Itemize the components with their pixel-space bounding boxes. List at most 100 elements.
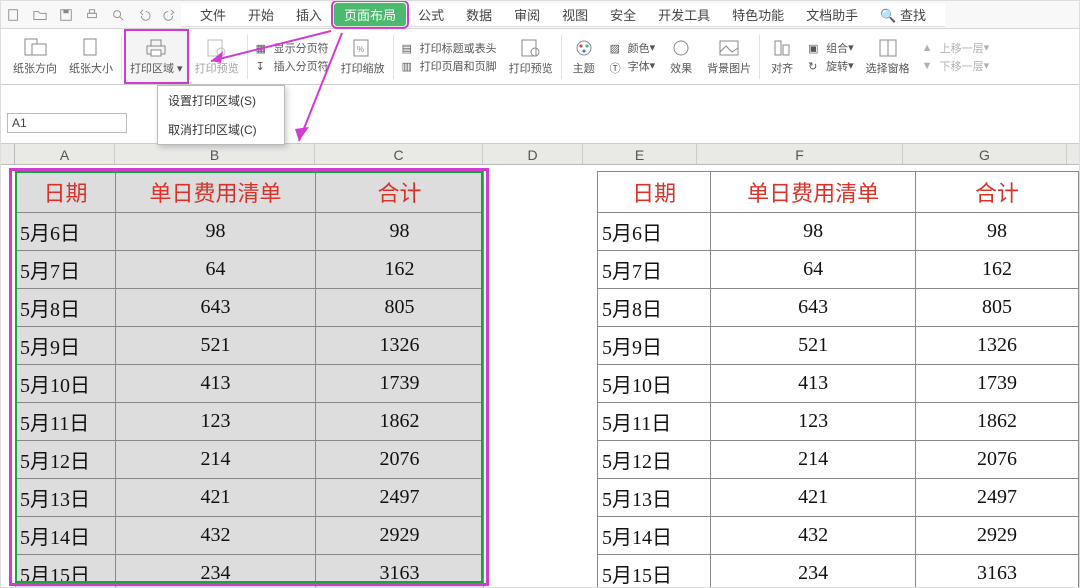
insert-break-button[interactable]: ↧插入分页符 [254, 57, 331, 75]
table-row[interactable]: 5月6日9898 [16, 213, 484, 251]
cell-date[interactable]: 5月11日 [16, 403, 116, 441]
cell-total[interactable]: 3163 [915, 555, 1078, 588]
bg-image-button[interactable]: 背景图片 [701, 29, 757, 84]
cell-date[interactable]: 5月12日 [16, 441, 116, 479]
cell-date[interactable]: 5月10日 [598, 365, 711, 403]
cell-date[interactable]: 5月8日 [598, 289, 711, 327]
table-row[interactable]: 5月12日2142076 [598, 441, 1079, 479]
paper-orient-button[interactable]: 纸张方向 [7, 29, 63, 84]
qat-redo-icon[interactable] [163, 8, 181, 22]
cell-total[interactable]: 1326 [915, 327, 1078, 365]
cell-total[interactable]: 2076 [915, 441, 1078, 479]
cell-date[interactable]: 5月14日 [16, 517, 116, 555]
table-row[interactable]: 5月11日1231862 [16, 403, 484, 441]
print-area-button[interactable]: 打印区域 ▾ [124, 29, 189, 84]
cell-date[interactable]: 5月6日 [598, 213, 711, 251]
table-row[interactable]: 5月13日4212497 [16, 479, 484, 517]
table-row[interactable]: 5月14日4322929 [598, 517, 1079, 555]
cell-daily[interactable]: 521 [116, 327, 316, 365]
colors-button[interactable]: ▨颜色 ▾ [608, 39, 658, 57]
table-print-area[interactable]: 日期 单日费用清单 合计 5月6日98985月7日641625月8日643805… [15, 171, 484, 588]
table-row[interactable]: 5月15日2343163 [16, 555, 484, 588]
table-right[interactable]: 日期 单日费用清单 合计 5月6日98985月7日641625月8日643805… [597, 171, 1079, 588]
cell-total[interactable]: 2929 [915, 517, 1078, 555]
cell-date[interactable]: 5月6日 [16, 213, 116, 251]
table-row[interactable]: 5月6日9898 [598, 213, 1079, 251]
col-B[interactable]: B [115, 144, 315, 164]
cell-date[interactable]: 5月7日 [598, 251, 711, 289]
cell-date[interactable]: 5月14日 [598, 517, 711, 555]
table-row[interactable]: 5月9日5211326 [598, 327, 1079, 365]
table-row[interactable]: 5月14日4322929 [16, 517, 484, 555]
cell-date[interactable]: 5月13日 [598, 479, 711, 517]
col-C[interactable]: C [315, 144, 483, 164]
print-preview2-button[interactable]: 打印预览 [503, 29, 559, 84]
table-row[interactable]: 5月15日2343163 [598, 555, 1079, 588]
cell-date[interactable]: 5月8日 [16, 289, 116, 327]
cell-daily[interactable]: 413 [711, 365, 916, 403]
tab-insert[interactable]: 插入 [286, 3, 332, 26]
cell-daily[interactable]: 421 [116, 479, 316, 517]
cell-total[interactable]: 162 [316, 251, 484, 289]
col-A[interactable]: A [15, 144, 115, 164]
cell-daily[interactable]: 64 [116, 251, 316, 289]
tab-view[interactable]: 视图 [552, 3, 598, 26]
cancel-print-area-item[interactable]: 取消打印区域(C) [158, 115, 284, 144]
tab-file[interactable]: 文件 [190, 3, 236, 26]
cell-total[interactable]: 1862 [915, 403, 1078, 441]
cell-daily[interactable]: 643 [116, 289, 316, 327]
table-row[interactable]: 5月8日643805 [598, 289, 1079, 327]
cell-date[interactable]: 5月9日 [598, 327, 711, 365]
cell-daily[interactable]: 64 [711, 251, 916, 289]
table-row[interactable]: 5月8日643805 [16, 289, 484, 327]
rotate-button[interactable]: ↻旋转 ▾ [806, 57, 856, 75]
cell-daily[interactable]: 234 [711, 555, 916, 588]
cell-daily[interactable]: 214 [116, 441, 316, 479]
tab-find[interactable]: 🔍 查找 [870, 3, 936, 26]
show-breaks-button[interactable]: ▦显示分页符 [254, 39, 331, 57]
cell-date[interactable]: 5月10日 [16, 365, 116, 403]
fonts-button[interactable]: Ⓣ字体 ▾ [608, 57, 658, 75]
effects-button[interactable]: 效果 [661, 29, 701, 84]
cell-total[interactable]: 162 [915, 251, 1078, 289]
cell-daily[interactable]: 214 [711, 441, 916, 479]
group-button[interactable]: ▣组合 ▾ [806, 39, 856, 57]
name-box[interactable] [7, 113, 127, 133]
cell-total[interactable]: 3163 [316, 555, 484, 588]
tab-formulas[interactable]: 公式 [408, 3, 454, 26]
qat-preview-icon[interactable] [111, 8, 129, 22]
qat-open-icon[interactable] [33, 8, 51, 22]
cell-total[interactable]: 1862 [316, 403, 484, 441]
cell-daily[interactable]: 521 [711, 327, 916, 365]
set-print-area-item[interactable]: 设置打印区域(S) [158, 86, 284, 115]
table-row[interactable]: 5月10日4131739 [598, 365, 1079, 403]
tab-security[interactable]: 安全 [600, 3, 646, 26]
tab-special[interactable]: 特色功能 [722, 3, 794, 26]
cell-total[interactable]: 1739 [316, 365, 484, 403]
col-G[interactable]: G [903, 144, 1067, 164]
table-row[interactable]: 5月7日64162 [16, 251, 484, 289]
tab-page-layout[interactable]: 页面布局 [334, 3, 406, 26]
qat-save-icon[interactable] [59, 8, 77, 22]
tab-home[interactable]: 开始 [238, 3, 284, 26]
cell-daily[interactable]: 234 [116, 555, 316, 588]
tab-data[interactable]: 数据 [456, 3, 502, 26]
col-D[interactable]: D [483, 144, 583, 164]
table-row[interactable]: 5月9日5211326 [16, 327, 484, 365]
col-E[interactable]: E [583, 144, 697, 164]
cell-daily[interactable]: 98 [116, 213, 316, 251]
cell-daily[interactable]: 123 [116, 403, 316, 441]
paper-size-button[interactable]: 纸张大小 [63, 29, 119, 84]
qat-undo-icon[interactable] [137, 8, 155, 22]
tab-doc-helper[interactable]: 文档助手 [796, 3, 868, 26]
tab-review[interactable]: 审阅 [504, 3, 550, 26]
cell-daily[interactable]: 643 [711, 289, 916, 327]
cell-total[interactable]: 2929 [316, 517, 484, 555]
align-button[interactable]: 对齐 [762, 29, 802, 84]
cell-date[interactable]: 5月7日 [16, 251, 116, 289]
cell-total[interactable]: 2497 [915, 479, 1078, 517]
print-scale-button[interactable]: % 打印缩放 [335, 29, 391, 84]
print-preview-button[interactable]: 打印预览 [189, 29, 245, 84]
cell-date[interactable]: 5月13日 [16, 479, 116, 517]
cell-daily[interactable]: 98 [711, 213, 916, 251]
